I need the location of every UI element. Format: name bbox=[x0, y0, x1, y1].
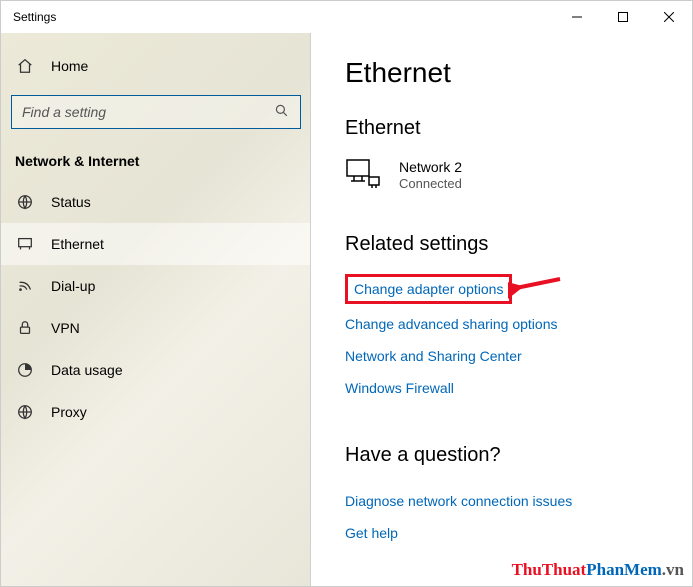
connection-block[interactable]: Network 2 Connected bbox=[345, 158, 692, 193]
main-panel: Ethernet Ethernet Network 2 Connected Re… bbox=[311, 33, 692, 586]
sidebar-item-label: Status bbox=[51, 194, 91, 210]
data-usage-icon bbox=[15, 360, 35, 380]
sidebar-item-vpn[interactable]: VPN bbox=[1, 307, 311, 349]
sidebar-item-status[interactable]: Status bbox=[1, 181, 311, 223]
search-icon bbox=[274, 103, 290, 122]
maximize-button[interactable] bbox=[600, 1, 646, 33]
titlebar: Settings bbox=[1, 1, 692, 33]
sidebar: Home Network & Internet Status Ethernet bbox=[1, 33, 311, 586]
sidebar-item-label: VPN bbox=[51, 320, 80, 336]
watermark: ThuThuatPhanMem.vn bbox=[512, 560, 684, 580]
sidebar-item-datausage[interactable]: Data usage bbox=[1, 349, 311, 391]
connection-name: Network 2 bbox=[399, 158, 462, 176]
search-input[interactable] bbox=[22, 104, 266, 120]
sidebar-item-label: Ethernet bbox=[51, 236, 104, 252]
related-heading: Related settings bbox=[345, 233, 692, 256]
sidebar-item-label: Proxy bbox=[51, 404, 87, 420]
link-network-sharing-center[interactable]: Network and Sharing Center bbox=[345, 340, 692, 372]
connection-status: Connected bbox=[399, 176, 462, 193]
link-get-help[interactable]: Get help bbox=[345, 517, 692, 549]
ethernet-icon bbox=[15, 234, 35, 254]
sidebar-home-label: Home bbox=[51, 58, 88, 74]
dialup-icon bbox=[15, 276, 35, 296]
close-button[interactable] bbox=[646, 1, 692, 33]
link-change-adapter-options[interactable]: Change adapter options bbox=[345, 274, 512, 304]
link-diagnose-network[interactable]: Diagnose network connection issues bbox=[345, 485, 692, 517]
sidebar-item-label: Dial-up bbox=[51, 278, 95, 294]
sidebar-item-proxy[interactable]: Proxy bbox=[1, 391, 311, 433]
status-icon bbox=[15, 192, 35, 212]
question-heading: Have a question? bbox=[345, 444, 692, 467]
sidebar-section-header: Network & Internet bbox=[1, 139, 311, 181]
monitor-ethernet-icon bbox=[345, 158, 381, 193]
search-box[interactable] bbox=[11, 95, 301, 129]
minimize-button[interactable] bbox=[554, 1, 600, 33]
home-icon bbox=[15, 56, 35, 76]
vpn-icon bbox=[15, 318, 35, 338]
page-title: Ethernet bbox=[345, 57, 692, 89]
proxy-icon bbox=[15, 402, 35, 422]
sidebar-item-dialup[interactable]: Dial-up bbox=[1, 265, 311, 307]
link-windows-firewall[interactable]: Windows Firewall bbox=[345, 372, 692, 404]
link-change-advanced-sharing[interactable]: Change advanced sharing options bbox=[345, 308, 692, 340]
sidebar-home[interactable]: Home bbox=[1, 45, 311, 87]
window-title: Settings bbox=[13, 10, 56, 24]
connection-heading: Ethernet bbox=[345, 117, 692, 140]
sidebar-item-ethernet[interactable]: Ethernet bbox=[1, 223, 311, 265]
sidebar-item-label: Data usage bbox=[51, 362, 123, 378]
